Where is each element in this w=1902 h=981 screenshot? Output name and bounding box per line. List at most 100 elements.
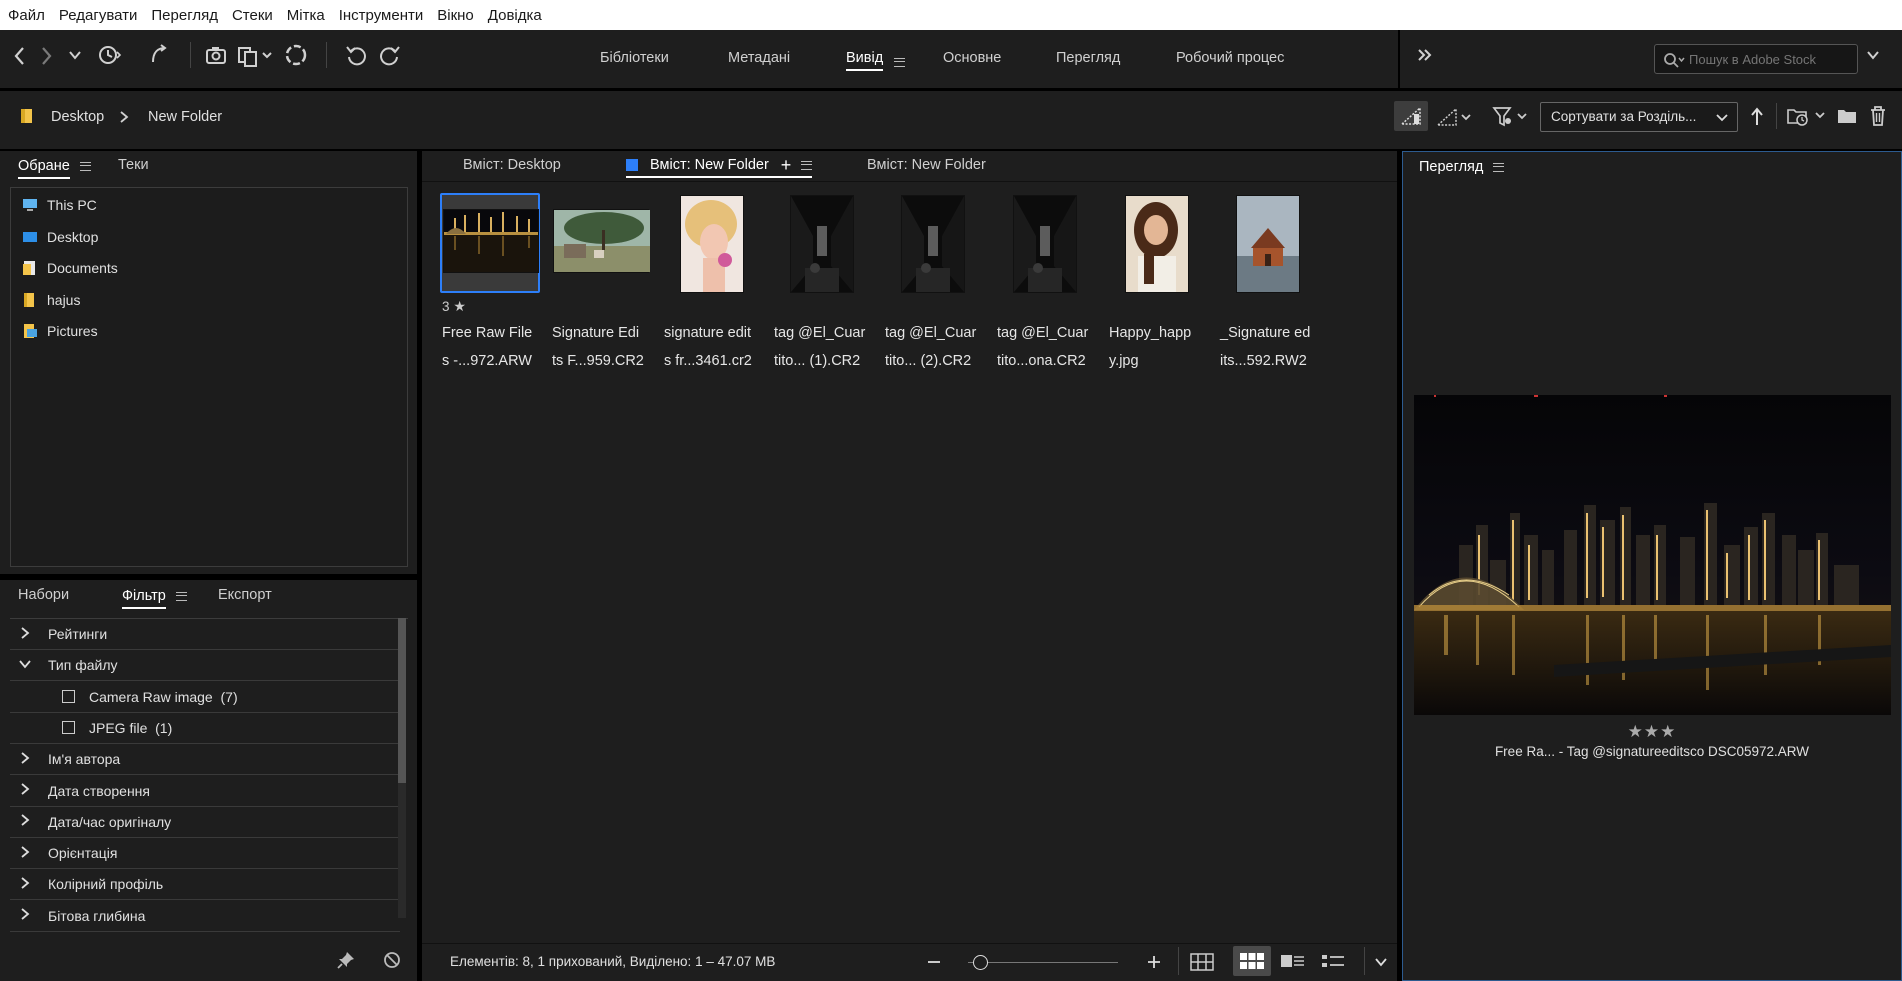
favorite-item[interactable]: Documents — [22, 260, 118, 276]
tab-content-new-folder-active[interactable]: Вміст: New Folder + — [626, 156, 813, 178]
return-to-app-icon[interactable] — [146, 42, 170, 68]
tab-export[interactable]: Експорт — [218, 587, 272, 603]
new-folder-icon[interactable] — [1836, 105, 1858, 127]
chevron-right-icon[interactable] — [10, 626, 40, 643]
chevron-down-icon[interactable] — [68, 48, 82, 62]
zoom-in-icon[interactable] — [1146, 954, 1162, 970]
tab-folders[interactable]: Теки — [118, 157, 149, 173]
search-box[interactable] — [1654, 44, 1858, 74]
menu-item-7[interactable]: Довідка — [488, 7, 549, 24]
camera-import-icon[interactable] — [204, 42, 230, 68]
trash-icon[interactable] — [1868, 104, 1888, 128]
grid-lock-icon[interactable] — [1190, 952, 1214, 972]
rotate-right-icon[interactable] — [376, 42, 402, 68]
tab-content-new-folder[interactable]: Вміст: New Folder — [867, 157, 986, 173]
sort-dropdown[interactable]: Сортувати за Розділь... — [1540, 102, 1738, 132]
filter-group-row[interactable]: Колірний профіль — [10, 869, 400, 901]
menu-item-5[interactable]: Інструменти — [339, 7, 431, 24]
chevron-right-icon[interactable] — [10, 751, 40, 768]
workspace-tab-5[interactable]: Робочий процес — [1176, 50, 1284, 66]
panel-menu-icon[interactable] — [175, 591, 187, 601]
filter-option-row[interactable]: Camera Raw image (7) — [10, 682, 400, 713]
tab-collections[interactable]: Набори — [18, 587, 69, 603]
workspace-tab-1[interactable]: Метадані — [728, 50, 790, 66]
list-view-icon[interactable] — [1322, 953, 1346, 971]
favorite-item[interactable]: Pictures — [22, 323, 98, 339]
rotate-left-icon[interactable] — [344, 42, 370, 68]
chevron-right-icon[interactable] — [10, 907, 40, 924]
filter-group-row[interactable]: Дата створення — [10, 776, 400, 807]
filter-checkbox[interactable] — [62, 721, 75, 735]
filter-group-row[interactable]: Дата/час оригіналу — [10, 807, 400, 838]
preview-title[interactable]: Перегляд — [1419, 159, 1483, 175]
menu-item-6[interactable]: Вікно — [437, 7, 481, 24]
chevron-down-icon[interactable] — [1866, 48, 1880, 62]
quality-toggle[interactable] — [1394, 101, 1428, 131]
chevron-down-icon[interactable] — [10, 657, 40, 674]
recent-icon[interactable] — [96, 42, 122, 68]
chevron-right-icon[interactable] — [10, 782, 40, 799]
favorite-item[interactable]: Desktop — [22, 229, 98, 245]
tab-favorites[interactable]: Обране — [18, 158, 70, 179]
workspace-menu-icon[interactable] — [894, 57, 905, 67]
scrollbar[interactable] — [398, 618, 406, 918]
workspace-tab-3[interactable]: Основне — [943, 50, 1001, 66]
menu-item-3[interactable]: Стеки — [232, 7, 280, 24]
thumbnail-rating[interactable]: 3 ★ — [442, 298, 466, 315]
search-input[interactable] — [1689, 49, 1849, 69]
panel-menu-icon[interactable] — [801, 160, 813, 170]
filter-option-row[interactable]: JPEG file (1) — [10, 713, 400, 744]
panel-menu-icon[interactable] — [79, 161, 91, 171]
filter-group-row[interactable]: Рейтинги — [10, 619, 400, 650]
refine-icon[interactable] — [236, 42, 276, 68]
zoom-out-icon[interactable] — [926, 954, 942, 970]
filter-items-icon[interactable] — [1492, 105, 1532, 129]
menu-item-1[interactable]: Редагувати — [59, 7, 145, 24]
preview-rating-stars[interactable]: ★★★ — [1403, 722, 1901, 742]
zoom-slider[interactable] — [968, 962, 1118, 963]
thumbnail[interactable] — [995, 193, 1095, 293]
thumbnail[interactable] — [772, 193, 872, 293]
creative-cloud-icon[interactable] — [284, 42, 310, 68]
back-icon[interactable] — [10, 44, 30, 68]
workspace-tab-2[interactable]: Вивід — [846, 50, 884, 71]
thumbnail[interactable] — [883, 193, 983, 293]
forward-icon[interactable] — [36, 44, 56, 68]
chevron-down-icon[interactable] — [1374, 955, 1388, 969]
chevron-right-icon[interactable] — [10, 845, 40, 862]
menu-item-0[interactable]: Файл — [8, 7, 52, 24]
sort-direction-icon[interactable] — [1748, 105, 1766, 129]
thumbnail[interactable] — [1107, 193, 1207, 293]
panel-menu-icon[interactable] — [1493, 162, 1505, 172]
thumbnail-view-button[interactable] — [1233, 946, 1271, 976]
filter-group-row[interactable]: Орієнтація — [10, 838, 400, 870]
tab-filter[interactable]: Фільтр — [122, 588, 166, 609]
thumbnail[interactable] — [440, 193, 540, 293]
menu-item-2[interactable]: Перегляд — [151, 7, 225, 24]
chevron-right-icon[interactable] — [10, 876, 40, 893]
rating-filter-icon[interactable] — [1436, 106, 1476, 128]
breadcrumb-current[interactable]: New Folder — [148, 109, 222, 125]
workspace-tab-4[interactable]: Перегляд — [1056, 50, 1120, 66]
add-tab-icon[interactable]: + — [781, 156, 792, 174]
filter-checkbox[interactable] — [62, 690, 75, 704]
thumbnail[interactable] — [1218, 193, 1318, 293]
filter-group-row[interactable]: Бітова глибина — [10, 901, 400, 932]
favorite-item[interactable]: hajus — [22, 292, 80, 308]
workspace-tab-0[interactable]: Бібліотеки — [600, 50, 669, 66]
clear-filter-icon[interactable] — [382, 950, 402, 970]
zoom-slider-handle[interactable] — [973, 955, 988, 970]
thumbnail[interactable] — [662, 193, 762, 293]
chevron-right-icon[interactable] — [10, 813, 40, 830]
filter-group-row[interactable]: Тип файлу — [10, 650, 400, 682]
favorite-item[interactable]: This PC — [22, 197, 97, 213]
breadcrumb-root[interactable]: Desktop — [51, 109, 104, 125]
open-recent-folder-icon[interactable] — [1786, 104, 1830, 128]
scrollbar-thumb[interactable] — [398, 618, 406, 783]
more-workspaces-icon[interactable] — [1416, 48, 1434, 62]
thumbnail[interactable] — [550, 193, 650, 293]
menu-item-4[interactable]: Мітка — [287, 7, 332, 24]
preview-image[interactable] — [1414, 395, 1891, 715]
pin-icon[interactable] — [336, 950, 356, 970]
filter-group-row[interactable]: Ім'я автора — [10, 744, 400, 776]
